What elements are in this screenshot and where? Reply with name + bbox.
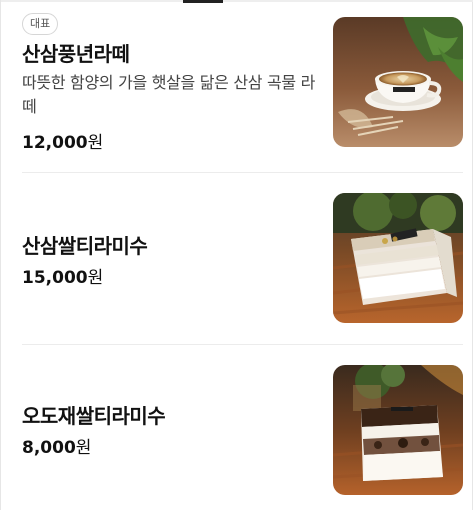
price-unit: 원 <box>87 268 104 288</box>
menu-item-sansam-tiramisu[interactable]: 산삼쌀티라미수 15,000원 <box>1 173 473 345</box>
latte-cup-photo[interactable] <box>333 17 463 147</box>
menu-item-price: 8,000원 <box>22 433 91 458</box>
latte-photo-graphic <box>333 17 463 147</box>
price-number: 15,000 <box>22 268 88 288</box>
price-unit: 원 <box>87 133 104 153</box>
menu-item-name: 오도재쌀티라미수 <box>22 404 166 428</box>
menu-item-name: 산삼쌀티라미수 <box>22 234 148 258</box>
signature-badge: 대표 <box>22 13 59 35</box>
tiramisu-box-photo[interactable] <box>333 193 463 323</box>
menu-item-description: 따뜻한 함양의 가을 햇살을 닮은 산삼 곡물 라떼 <box>22 73 316 116</box>
price-unit: 원 <box>75 438 92 458</box>
price-number: 12,000 <box>22 133 88 153</box>
menu-item-odojae-tiramisu[interactable]: 오도재쌀티라미수 8,000원 <box>1 345 473 510</box>
menu-item-sansam-latte[interactable]: 대표 산삼풍년라떼 따뜻한 함양의 가을 햇살을 닮은 산삼 곡물 라떼 12,… <box>1 0 473 173</box>
tiramisu-cup-photo[interactable] <box>333 365 463 495</box>
menu-item-price: 12,000원 <box>22 128 103 153</box>
tiramisu-box-graphic <box>333 193 463 323</box>
menu-item-name: 산삼풍년라떼 <box>22 42 130 66</box>
tiramisu-cup-graphic <box>333 365 463 495</box>
menu-item-price: 15,000원 <box>22 263 103 288</box>
price-number: 8,000 <box>22 438 76 458</box>
menu-page: 대표 산삼풍년라떼 따뜻한 함양의 가을 햇살을 닮은 산삼 곡물 라떼 12,… <box>0 0 473 510</box>
